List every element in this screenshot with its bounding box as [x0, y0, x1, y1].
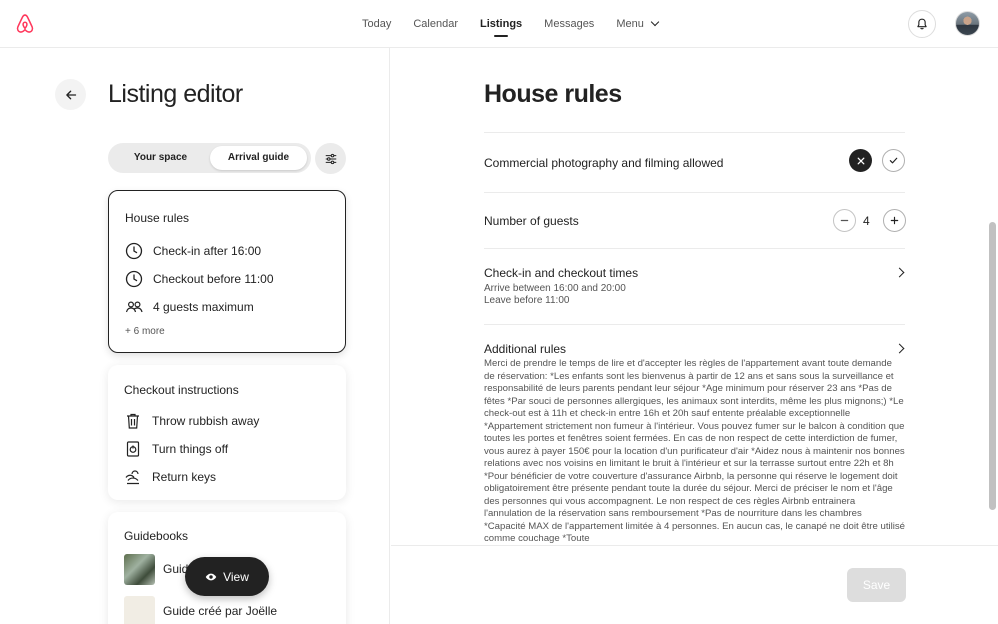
list-item-label: Checkout before 11:00: [153, 272, 274, 286]
view-button-label: View: [223, 569, 249, 584]
list-item-label: Check-in after 16:00: [153, 244, 262, 258]
divider: [484, 192, 905, 193]
guidebook-item[interactable]: Guide créé par Joëlle: [163, 604, 277, 618]
airbnb-logo-icon[interactable]: [14, 13, 36, 35]
list-item-label: Return keys: [152, 470, 217, 484]
list-item: Check-in after 16:00: [125, 242, 261, 260]
arrival-window: Arrive between 16:00 and 20:00: [484, 283, 626, 294]
guidebook-thumbnail: [124, 554, 155, 585]
guidebook-title: Guide créé par Joëlle: [163, 604, 278, 618]
minus-icon: [840, 219, 849, 222]
footer-divider: [391, 545, 998, 546]
plus-icon: [890, 216, 899, 225]
list-item: Throw rubbish away: [124, 412, 259, 430]
chevron-right-icon: [894, 267, 905, 278]
list-item-label: Throw rubbish away: [152, 414, 260, 428]
leave-time: Leave before 11:00: [484, 295, 570, 306]
divider: [484, 324, 905, 325]
card-title: Guidebooks: [124, 529, 189, 543]
chevron-down-icon: [650, 17, 660, 27]
deny-button[interactable]: [849, 149, 872, 172]
tab-arrival-guide[interactable]: Arrival guide: [210, 146, 307, 170]
eye-icon: [205, 573, 217, 580]
tab-your-space[interactable]: Your space: [112, 146, 209, 170]
nav-menu[interactable]: Menu: [616, 0, 660, 48]
back-button[interactable]: [55, 79, 86, 110]
house-rules-card[interactable]: House rules Check-in after 16:00 Checkou…: [108, 190, 346, 353]
keys-icon: [124, 468, 142, 486]
user-avatar[interactable]: [955, 11, 980, 36]
additional-rules-label: Additional rules: [484, 342, 567, 356]
notifications-button[interactable]: [908, 10, 936, 38]
times-label: Check-in and checkout times: [484, 266, 639, 280]
list-item: Turn things off: [124, 440, 228, 458]
additional-rules-text: Merci de prendre le temps de lire et d'a…: [484, 358, 905, 544]
increase-guests-button[interactable]: [883, 209, 906, 232]
view-button[interactable]: View: [185, 557, 269, 596]
card-title: House rules: [125, 211, 190, 225]
list-item: Return keys: [124, 468, 216, 486]
section-title: House rules: [484, 80, 622, 108]
decrease-guests-button[interactable]: [833, 209, 856, 232]
list-item: Checkout before 11:00: [125, 270, 274, 288]
guidebook-thumbnail: [124, 596, 155, 624]
nav-today-label: Today: [362, 18, 392, 30]
check-icon: [889, 157, 898, 164]
close-icon: [857, 157, 864, 164]
nav-calendar-label: Calendar: [413, 18, 458, 30]
filter-button[interactable]: [315, 143, 346, 174]
allow-button[interactable]: [882, 149, 905, 172]
guests-count: 4: [863, 214, 870, 228]
sliders-icon: [325, 153, 336, 164]
nav-messages[interactable]: Messages: [544, 0, 594, 48]
save-button[interactable]: Save: [847, 568, 906, 602]
photography-label: Commercial photography and filming allow…: [484, 156, 724, 170]
card-title: Checkout instructions: [124, 383, 239, 397]
list-item-label: 4 guests maximum: [153, 300, 254, 314]
divider: [484, 132, 905, 133]
arrow-left-icon: [65, 90, 76, 99]
trash-icon: [124, 412, 142, 430]
top-navigation-bar: Today Calendar Listings Messages Menu: [0, 0, 998, 48]
scrollbar[interactable]: [989, 222, 996, 510]
nav-menu-label: Menu: [616, 18, 644, 30]
nav-calendar[interactable]: Calendar: [413, 0, 458, 48]
nav-listings[interactable]: Listings: [480, 0, 522, 48]
clock-icon: [125, 242, 143, 260]
guests-icon: [125, 298, 143, 316]
chevron-right-icon: [894, 343, 905, 354]
nav-listings-label: Listings: [480, 18, 523, 30]
listing-editor-sidebar: Listing editor Your space Arrival guide …: [0, 48, 390, 624]
editor-tabs: Your space Arrival guide: [108, 143, 311, 173]
list-item: 4 guests maximum: [125, 298, 254, 316]
guests-label: Number of guests: [484, 214, 579, 228]
checkout-instructions-card[interactable]: Checkout instructions Throw rubbish away…: [108, 365, 346, 500]
main-nav: Today Calendar Listings Messages Menu: [362, 0, 680, 48]
nav-messages-label: Messages: [544, 18, 595, 30]
page-title: Listing editor: [108, 80, 243, 108]
divider: [484, 248, 905, 249]
bell-icon: [917, 18, 927, 30]
nav-today[interactable]: Today: [362, 0, 391, 48]
more-rules-link[interactable]: + 6 more: [125, 326, 165, 337]
house-rules-panel: House rules Commercial photography and f…: [391, 48, 998, 624]
power-icon: [124, 440, 142, 458]
clock-icon: [125, 270, 143, 288]
list-item-label: Turn things off: [152, 442, 229, 456]
